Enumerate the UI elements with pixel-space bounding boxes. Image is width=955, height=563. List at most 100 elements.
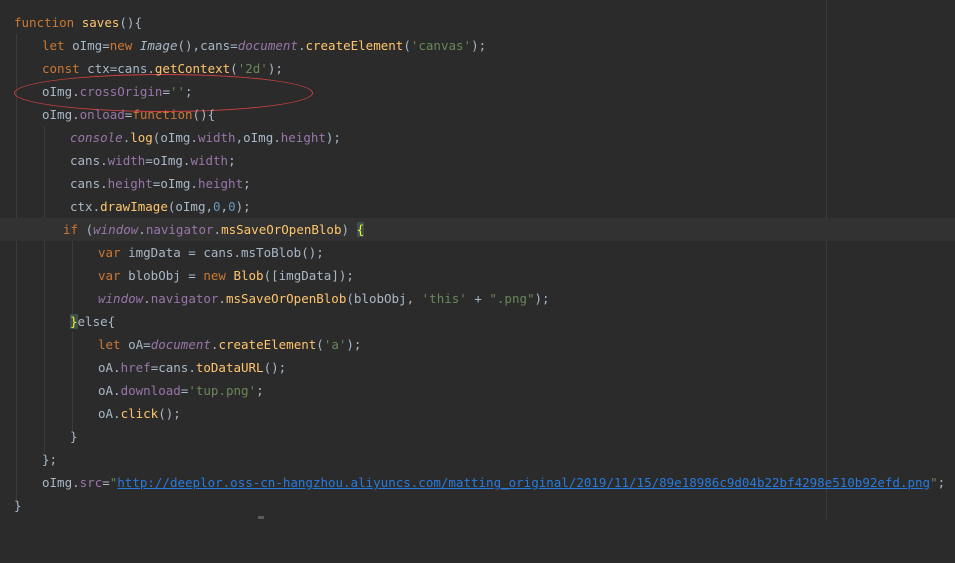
code-line[interactable]: oA.href=cans.toDataURL(); <box>0 356 955 379</box>
code-line[interactable]: oA.click(); <box>0 402 955 425</box>
code-token: (oImg, <box>167 199 213 214</box>
code-token: onload <box>79 107 125 122</box>
code-token: (); <box>263 360 287 375</box>
code-token: oA. <box>98 383 121 398</box>
code-token: ctx=cans. <box>87 61 155 76</box>
code-line[interactable]: const ctx=cans.getContext('2d'); <box>0 57 955 80</box>
code-token: width <box>190 153 229 168</box>
code-token: 'this' <box>421 291 467 306</box>
code-token: else{ <box>77 314 116 329</box>
code-token: } <box>14 498 22 513</box>
code-line[interactable]: oImg.crossOrigin=''; <box>0 80 955 103</box>
code-token: ( <box>316 337 324 352</box>
code-token: . <box>143 291 151 306</box>
code-token: oImg. <box>42 84 80 99</box>
code-token: 0 <box>228 199 236 214</box>
code-token: (),cans= <box>177 38 238 53</box>
code-token: ); <box>267 61 283 76</box>
code-line[interactable]: let oA=document.createElement('a'); <box>0 333 955 356</box>
code-line[interactable]: oA.download='tup.png'; <box>0 379 955 402</box>
code-token: ; <box>243 176 251 191</box>
code-token: imgData = cans.msToBlob(); <box>120 245 324 260</box>
code-token: oImg. <box>42 107 80 122</box>
code-line[interactable]: }; <box>0 448 955 471</box>
code-line[interactable]: var blobObj = new Blob([imgData]); <box>0 264 955 287</box>
code-token: blobObj = <box>120 268 204 283</box>
code-token: 'a' <box>323 337 347 352</box>
code-token: '' <box>169 84 186 99</box>
code-token: log <box>130 130 153 145</box>
code-token: function <box>14 15 75 30</box>
code-token: document <box>237 38 298 53</box>
code-line[interactable]: window.navigator.msSaveOrOpenBlob(blobOb… <box>0 287 955 310</box>
code-token: width <box>197 130 236 145</box>
code-line[interactable]: var imgData = cans.msToBlob(); <box>0 241 955 264</box>
code-token: navigator <box>145 222 214 237</box>
code-token: { <box>356 222 365 237</box>
code-token: width <box>107 153 146 168</box>
code-token: ); <box>346 337 362 352</box>
code-line[interactable]: }else{ <box>0 310 955 333</box>
code-line-current[interactable]: if (window.navigator.msSaveOrOpenBlob) { <box>0 218 955 241</box>
code-token: (){ <box>192 107 216 122</box>
code-line[interactable]: } <box>0 494 955 517</box>
url-link[interactable]: http://deeplor.oss-cn-hangzhou.aliyuncs.… <box>117 475 930 490</box>
code-line[interactable]: cans.height=oImg.height; <box>0 172 955 195</box>
code-token: cans. <box>70 153 108 168</box>
code-token: ( <box>403 38 411 53</box>
code-line[interactable]: function saves(){ <box>0 11 955 34</box>
code-token: ([imgData]); <box>263 268 354 283</box>
code-token: window <box>93 222 139 237</box>
code-token: . <box>213 222 222 237</box>
code-token: document <box>150 337 211 352</box>
code-token: Image <box>139 38 178 53</box>
code-token: ( <box>230 61 238 76</box>
code-token: height <box>280 130 326 145</box>
code-token: toDataURL <box>195 360 264 375</box>
code-token: height <box>107 176 153 191</box>
code-token: ".png" <box>489 291 535 306</box>
code-line[interactable]: } <box>0 425 955 448</box>
code-token: navigator <box>150 291 219 306</box>
code-token: . <box>218 291 226 306</box>
code-token: 'canvas' <box>410 38 472 53</box>
code-token: download <box>120 383 181 398</box>
code-token: =oImg. <box>145 153 191 168</box>
code-token: + <box>466 291 490 306</box>
code-token: let <box>98 337 121 352</box>
code-token: oA= <box>120 337 151 352</box>
code-editor[interactable]: function saves(){ let oImg=new Image(),c… <box>0 0 955 519</box>
code-token: ,oImg. <box>235 130 281 145</box>
code-token: oImg. <box>42 475 80 490</box>
code-token: (oImg. <box>152 130 198 145</box>
code-token: drawImage <box>100 199 168 214</box>
code-token: , <box>220 199 229 214</box>
code-token: = <box>162 84 170 99</box>
code-token: }; <box>42 452 58 467</box>
code-token: =oImg. <box>152 176 198 191</box>
code-token: (); <box>158 406 181 421</box>
code-token: new <box>109 38 133 53</box>
code-token: oA. <box>98 360 121 375</box>
code-token: ); <box>325 130 341 145</box>
code-line[interactable]: ctx.drawImage(oImg,0,0); <box>0 195 955 218</box>
code-token: ; <box>937 475 946 490</box>
code-token: src <box>79 475 103 490</box>
code-line[interactable]: oImg.src= "http://deeplor.oss-cn-hangzhou… <box>0 471 955 494</box>
code-token: createElement <box>305 38 404 53</box>
code-token: } <box>70 314 78 329</box>
code-line[interactable]: cans.width=oImg.width; <box>0 149 955 172</box>
code-token: ; <box>185 84 193 99</box>
code-token: var <box>98 268 121 283</box>
code-line[interactable]: let oImg=new Image(),cans=document.creat… <box>0 34 955 57</box>
code-token: Blob <box>233 268 264 283</box>
code-line[interactable]: console.log(oImg.width,oImg.height); <box>0 126 955 149</box>
code-token: 0 <box>213 199 221 214</box>
code-token: href <box>120 360 151 375</box>
code-line[interactable]: oImg.onload=function(){ <box>0 103 955 126</box>
code-token: if <box>63 222 79 237</box>
code-token: oImg= <box>72 38 110 53</box>
code-token: cans. <box>70 176 108 191</box>
code-token: saves <box>81 15 120 30</box>
code-token: getContext <box>154 61 231 76</box>
